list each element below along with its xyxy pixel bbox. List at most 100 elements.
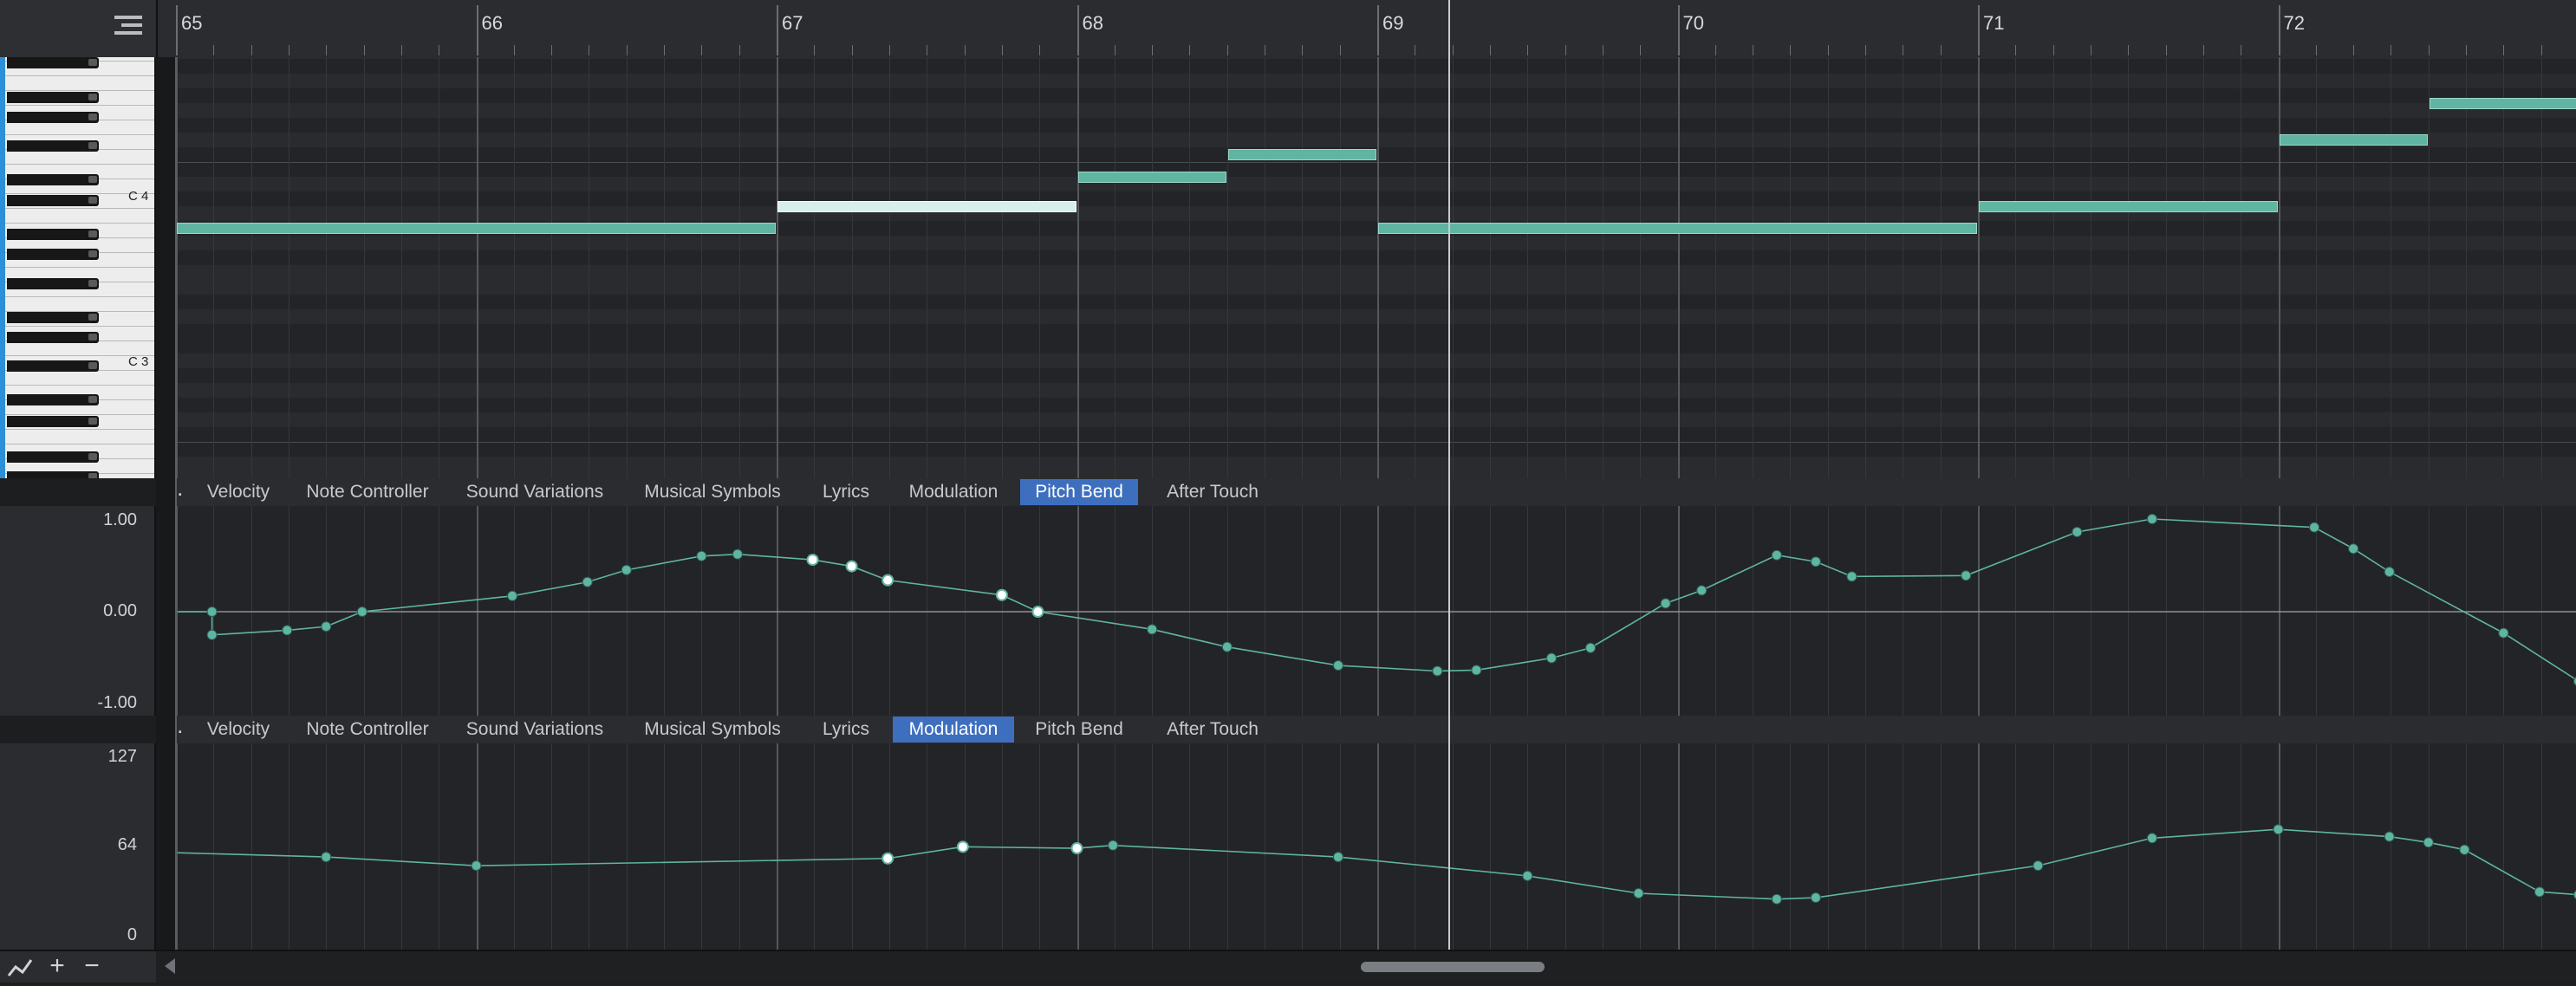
control-point[interactable] <box>322 853 331 862</box>
tab-musical-symbols[interactable]: Musical Symbols <box>629 717 796 743</box>
note-selected[interactable] <box>777 201 1077 212</box>
control-point[interactable] <box>697 551 706 561</box>
horizontal-scrollbar[interactable] <box>156 950 2576 983</box>
tab-pitch-bend[interactable]: Pitch Bend <box>1020 717 1138 743</box>
tab-lyrics[interactable]: Lyrics <box>813 717 879 743</box>
black-key[interactable] <box>7 416 99 427</box>
black-key[interactable] <box>7 278 99 289</box>
control-point[interactable] <box>1472 665 1481 675</box>
tab-sound-variations[interactable]: Sound Variations <box>459 479 610 505</box>
playhead-cursor[interactable] <box>1448 0 1450 950</box>
note[interactable] <box>2430 98 2576 109</box>
control-point[interactable] <box>207 607 217 617</box>
control-point[interactable] <box>2310 522 2319 532</box>
black-key[interactable] <box>7 195 99 206</box>
control-point[interactable] <box>1333 853 1343 862</box>
tab-modulation[interactable]: Modulation <box>893 717 1014 743</box>
control-point[interactable] <box>322 622 331 632</box>
black-key[interactable] <box>7 92 99 103</box>
black-key[interactable] <box>7 229 99 240</box>
control-point[interactable] <box>2274 825 2283 834</box>
note[interactable] <box>1078 172 1226 183</box>
black-key[interactable] <box>7 140 99 152</box>
control-point[interactable] <box>2033 861 2043 871</box>
note[interactable] <box>2280 134 2428 146</box>
black-key[interactable] <box>7 451 99 463</box>
scrollbar-thumb[interactable] <box>1361 962 1545 972</box>
control-point-selected[interactable] <box>1072 843 1083 853</box>
control-point[interactable] <box>1433 666 1442 676</box>
control-point[interactable] <box>2072 527 2082 536</box>
note[interactable] <box>1378 223 1977 234</box>
note[interactable] <box>177 223 776 234</box>
control-point[interactable] <box>207 630 217 639</box>
note[interactable] <box>1979 201 2278 212</box>
control-point-selected[interactable] <box>958 841 968 852</box>
black-key[interactable] <box>7 174 99 185</box>
control-point-selected[interactable] <box>847 561 857 572</box>
control-point[interactable] <box>1661 599 1670 608</box>
control-point[interactable] <box>1546 653 1556 663</box>
tab-sound-variations[interactable]: Sound Variations <box>459 717 610 743</box>
control-point[interactable] <box>2147 515 2156 524</box>
control-point[interactable] <box>472 861 481 871</box>
black-key[interactable] <box>7 57 99 68</box>
control-point[interactable] <box>1148 625 1157 634</box>
control-point[interactable] <box>2499 628 2508 638</box>
modulation-curve[interactable] <box>156 743 2576 950</box>
control-point[interactable] <box>508 591 517 600</box>
pitch-bend-curve[interactable] <box>156 506 2576 716</box>
tab-musical-symbols[interactable]: Musical Symbols <box>629 479 796 505</box>
tab-velocity[interactable]: Velocity <box>192 717 284 743</box>
tab-after-touch[interactable]: After Touch <box>1150 479 1275 505</box>
modulation-lane[interactable] <box>156 743 2576 950</box>
control-point[interactable] <box>1523 871 1532 880</box>
tab-note-controller[interactable]: Note Controller <box>295 717 440 743</box>
add-lane-button[interactable]: + <box>42 953 73 981</box>
control-point[interactable] <box>2384 567 2394 576</box>
tab-velocity[interactable]: Velocity <box>192 479 284 505</box>
control-point-selected[interactable] <box>808 555 818 565</box>
control-point[interactable] <box>582 577 592 587</box>
control-point-selected[interactable] <box>882 575 893 586</box>
tab-lyrics[interactable]: Lyrics <box>813 479 879 505</box>
tab-pitch-bend[interactable]: Pitch Bend <box>1020 479 1138 505</box>
control-point[interactable] <box>621 565 631 574</box>
tab-note-controller[interactable]: Note Controller <box>295 479 440 505</box>
note[interactable] <box>1228 149 1376 160</box>
control-point[interactable] <box>1333 661 1343 671</box>
control-point[interactable] <box>1697 586 1707 595</box>
control-point-selected[interactable] <box>1032 607 1043 617</box>
black-key[interactable] <box>7 112 99 123</box>
control-point[interactable] <box>2460 845 2469 854</box>
control-point[interactable] <box>1109 840 1118 850</box>
scroll-left-arrow-icon[interactable] <box>165 958 175 974</box>
tab-after-touch[interactable]: After Touch <box>1150 717 1275 743</box>
black-key[interactable] <box>7 394 99 405</box>
control-point[interactable] <box>1811 557 1820 567</box>
black-key[interactable] <box>7 249 99 260</box>
control-point[interactable] <box>1772 894 1781 904</box>
control-point[interactable] <box>732 549 742 559</box>
black-key[interactable] <box>7 360 99 372</box>
control-point[interactable] <box>2384 832 2394 841</box>
black-key[interactable] <box>7 312 99 323</box>
control-point[interactable] <box>2147 834 2156 843</box>
piano-keyboard[interactable]: C 4C 3 <box>0 57 156 478</box>
black-key[interactable] <box>7 332 99 343</box>
automation-curve-icon[interactable] <box>5 953 36 981</box>
control-point[interactable] <box>2349 544 2358 554</box>
control-point[interactable] <box>1222 642 1232 652</box>
control-point[interactable] <box>1772 550 1781 560</box>
control-point[interactable] <box>357 607 367 617</box>
control-point[interactable] <box>1586 643 1596 652</box>
control-point[interactable] <box>1961 571 1971 581</box>
control-point[interactable] <box>1634 889 1643 898</box>
control-point[interactable] <box>2423 838 2433 847</box>
control-point[interactable] <box>1847 572 1857 581</box>
control-point[interactable] <box>1811 893 1820 903</box>
black-key[interactable] <box>7 471 99 478</box>
control-point-selected[interactable] <box>882 853 893 864</box>
control-point[interactable] <box>283 626 292 635</box>
pitch-bend-lane[interactable] <box>156 506 2576 716</box>
